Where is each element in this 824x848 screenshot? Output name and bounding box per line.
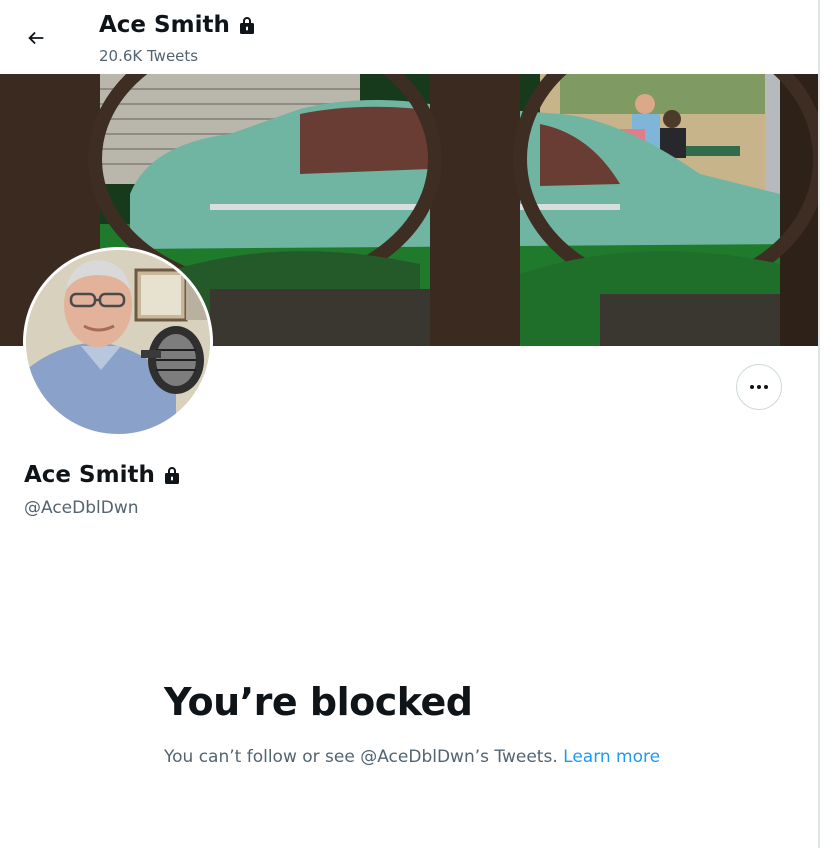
learn-more-link[interactable]: Learn more [563,747,660,767]
blocked-title: You’re blocked [164,680,473,724]
header-title: Ace Smith [99,12,256,38]
lock-icon [164,467,179,484]
profile-name-text: Ace Smith [24,462,155,488]
more-options-button[interactable] [736,364,782,410]
tweet-count: 20.6K Tweets [99,47,199,65]
back-button[interactable] [18,20,54,56]
header-name-text: Ace Smith [99,12,230,38]
avatar-picture [26,250,210,434]
blocked-message-text: You can’t follow or see @AceDblDwn’s Twe… [164,747,558,767]
profile-handle: @AceDblDwn [24,498,139,518]
lock-icon [239,17,254,34]
profile-header: Ace Smith 20.6K Tweets [0,0,818,74]
profile-name: Ace Smith [24,462,181,488]
more-options-icon [750,385,768,389]
back-arrow-icon [28,31,44,45]
blocked-message: You can’t follow or see @AceDblDwn’s Twe… [164,743,664,771]
right-frame-border [818,0,820,848]
avatar[interactable] [23,247,213,437]
avatar-photo [26,250,210,434]
